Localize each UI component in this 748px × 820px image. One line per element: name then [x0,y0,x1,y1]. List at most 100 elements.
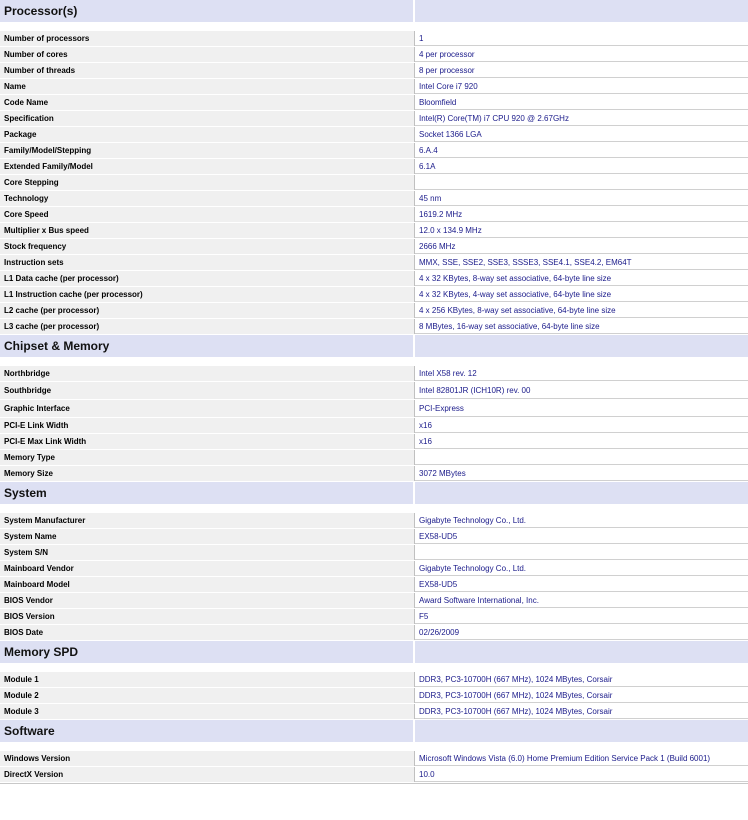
row-label: System Name [0,529,415,544]
row-value: DDR3, PC3-10700H (667 MHz), 1024 MBytes,… [415,704,748,719]
row-label: Family/Model/Stepping [0,143,415,158]
section-title: Memory SPD [0,641,415,663]
table-row: Core Speed 1619.2 MHz [0,207,748,222]
row-label: BIOS Date [0,625,415,640]
table-row: L1 Data cache (per processor) 4 x 32 KByt… [0,271,748,286]
row-label: Core Speed [0,207,415,222]
row-label: Mainboard Model [0,577,415,592]
table-row: L2 cache (per processor) 4 x 256 KBytes, … [0,303,748,318]
table-row: Number of threads 8 per processor [0,63,748,78]
row-value: MMX, SSE, SSE2, SSE3, SSSE3, SSE4.1, SSE… [415,255,748,270]
table-row: Memory Type [0,450,748,465]
row-value: F5 [415,609,748,624]
table-row: Instruction sets MMX, SSE, SSE2, SSE3, SS… [0,255,748,270]
table-row: Number of processors 1 [0,31,748,46]
row-label: L2 cache (per processor) [0,303,415,318]
row-value: 4 x 32 KBytes, 4-way set associative, 64… [415,287,748,302]
table-row: BIOS Vendor Award Software International,… [0,593,748,608]
row-value: 8 per processor [415,63,748,78]
row-label: Stock frequency [0,239,415,254]
table-row: L1 Instruction cache (per processor) 4 x … [0,287,748,302]
row-label: Code Name [0,95,415,110]
table-row: PCI-E Max Link Width x16 [0,434,748,449]
table-row: Northbridge Intel X58 rev. 12 [0,366,748,381]
section-software: Software Windows Version Microsoft Window… [0,720,748,782]
row-label: BIOS Vendor [0,593,415,608]
row-label: System Manufacturer [0,513,415,528]
row-label: L1 Data cache (per processor) [0,271,415,286]
section-title: System [0,482,415,504]
row-label: Module 2 [0,688,415,703]
row-value: 8 MBytes, 16-way set associative, 64-byt… [415,319,748,334]
table-row: Core Stepping [0,175,748,190]
section-header-blank [415,0,748,22]
row-value: 45 nm [415,191,748,206]
section-header: Software [0,720,748,742]
section-header: Memory SPD [0,641,748,663]
row-value: Award Software International, Inc. [415,593,748,608]
row-label: Technology [0,191,415,206]
row-label: Mainboard Vendor [0,561,415,576]
section-header-blank [415,482,748,504]
table-row: Technology 45 nm [0,191,748,206]
row-value: 1 [415,31,748,46]
table-row: Specification Intel(R) Core(TM) i7 CPU 92… [0,111,748,126]
section-header: Processor(s) [0,0,748,22]
row-value: 4 x 256 KBytes, 8-way set associative, 6… [415,303,748,318]
section-header-blank [415,335,748,357]
row-label: Number of cores [0,47,415,62]
row-value: PCI-Express [415,400,748,417]
table-row: BIOS Date 02/26/2009 [0,625,748,640]
row-value: x16 [415,434,748,449]
table-row: Extended Family/Model 6.1A [0,159,748,174]
row-label: PCI-E Link Width [0,418,415,433]
row-value: DDR3, PC3-10700H (667 MHz), 1024 MBytes,… [415,688,748,703]
row-value: x16 [415,418,748,433]
row-label: Package [0,127,415,142]
table-row: L3 cache (per processor) 8 MBytes, 16-way… [0,319,748,334]
section-header-blank [415,720,748,742]
section-processors: Processor(s) Number of processors 1 Number… [0,0,748,334]
row-label: Specification [0,111,415,126]
section-title: Processor(s) [0,0,415,22]
table-row: Module 2 DDR3, PC3-10700H (667 MHz), 1024… [0,688,748,703]
row-label: Multiplier x Bus speed [0,223,415,238]
table-row: Number of cores 4 per processor [0,47,748,62]
row-label: Number of processors [0,31,415,46]
row-label: Core Stepping [0,175,415,190]
row-label: L3 cache (per processor) [0,319,415,334]
row-value: Intel(R) Core(TM) i7 CPU 920 @ 2.67GHz [415,111,748,126]
table-row: Mainboard Model EX58-UD5 [0,577,748,592]
system-report: Processor(s) Number of processors 1 Number… [0,0,748,784]
row-label: System S/N [0,545,415,560]
row-label: Extended Family/Model [0,159,415,174]
section-header-blank [415,641,748,663]
table-row: Graphic Interface PCI-Express [0,400,748,417]
row-value: 6.A.4 [415,143,748,158]
row-label: Number of threads [0,63,415,78]
row-value: DDR3, PC3-10700H (667 MHz), 1024 MBytes,… [415,672,748,687]
row-label: Northbridge [0,366,415,381]
table-row: Family/Model/Stepping 6.A.4 [0,143,748,158]
row-value: 4 x 32 KBytes, 8-way set associative, 64… [415,271,748,286]
table-row: Multiplier x Bus speed 12.0 x 134.9 MHz [0,223,748,238]
row-label: Name [0,79,415,94]
row-label: BIOS Version [0,609,415,624]
row-value: EX58-UD5 [415,529,748,544]
table-bottom-border [0,783,748,784]
table-row: Module 1 DDR3, PC3-10700H (667 MHz), 1024… [0,672,748,687]
row-value: 12.0 x 134.9 MHz [415,223,748,238]
row-value: 6.1A [415,159,748,174]
row-value: Bloomfield [415,95,748,110]
row-value: Gigabyte Technology Co., Ltd. [415,513,748,528]
section-memory-spd: Memory SPD Module 1 DDR3, PC3-10700H (667… [0,641,748,719]
row-value: Intel X58 rev. 12 [415,366,748,381]
row-value: Socket 1366 LGA [415,127,748,142]
table-row: Mainboard Vendor Gigabyte Technology Co.,… [0,561,748,576]
section-title: Chipset & Memory [0,335,415,357]
table-row: Name Intel Core i7 920 [0,79,748,94]
table-row: Memory Size 3072 MBytes [0,466,748,481]
table-row: Module 3 DDR3, PC3-10700H (667 MHz), 1024… [0,704,748,719]
row-value: 4 per processor [415,47,748,62]
table-row: PCI-E Link Width x16 [0,418,748,433]
